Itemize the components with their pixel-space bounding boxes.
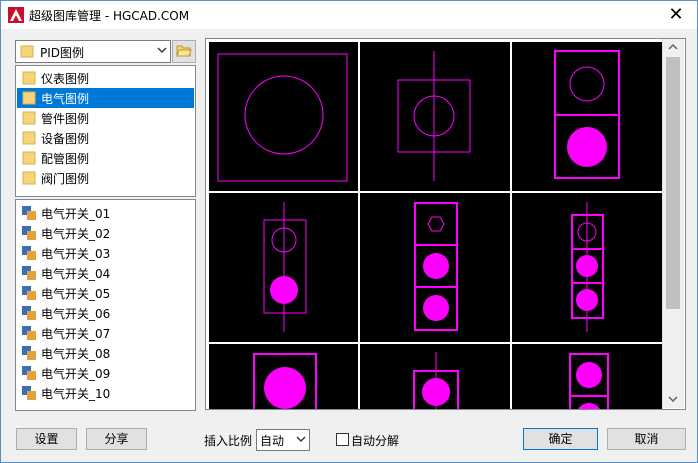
preview-tile-08[interactable] bbox=[360, 344, 510, 409]
folder-icon bbox=[22, 71, 36, 85]
folder-icon bbox=[22, 111, 36, 125]
category-item[interactable]: 配管图例 bbox=[17, 148, 194, 168]
folder-icon bbox=[22, 131, 36, 145]
chevron-down-icon bbox=[296, 436, 306, 442]
block-label: 电气开关_07 bbox=[41, 327, 111, 341]
preview-tile-06[interactable] bbox=[512, 193, 662, 342]
block-file-icon bbox=[22, 386, 36, 400]
open-folder-icon bbox=[176, 45, 192, 57]
category-label: 电气图例 bbox=[41, 92, 90, 106]
block-label: 电气开关_04 bbox=[41, 267, 111, 281]
app-logo-icon bbox=[8, 7, 24, 23]
block-label: 电气开关_02 bbox=[41, 227, 111, 241]
category-item[interactable]: 阀门图例 bbox=[17, 168, 194, 188]
block-label: 电气开关_09 bbox=[41, 367, 111, 381]
scroll-thumb[interactable] bbox=[666, 57, 680, 309]
share-button[interactable]: 分享 bbox=[86, 428, 147, 450]
block-list: 电气开关_01 电气开关_02 电气开关_03 电气开关_04 电气开关_05 … bbox=[15, 199, 196, 411]
close-button[interactable]: ✕ bbox=[659, 2, 693, 28]
settings-button[interactable]: 设置 bbox=[16, 428, 77, 450]
auto-explode-label: 自动分解 bbox=[351, 434, 400, 448]
switch-symbol-01 bbox=[217, 53, 348, 182]
category-item[interactable]: 仪表图例 bbox=[17, 68, 194, 88]
auto-explode-checkbox[interactable] bbox=[336, 433, 349, 446]
block-file-icon bbox=[22, 206, 36, 220]
folder-icon bbox=[22, 91, 36, 105]
block-label: 电气开关_01 bbox=[41, 207, 111, 221]
switch-symbol-07 bbox=[253, 353, 317, 409]
title-bar: 超级图库管理 - HGCAD.COM ✕ bbox=[1, 1, 697, 29]
switch-symbol-09 bbox=[569, 353, 609, 409]
category-list: 仪表图例 电气图例 管件图例 设备图例 配管图例 阀门图例 bbox=[15, 65, 196, 197]
insert-scale-select[interactable]: 自动 bbox=[256, 429, 310, 451]
insert-scale-value: 自动 bbox=[260, 434, 285, 448]
dialog-window: 超级图库管理 - HGCAD.COM ✕ PID图例 仪表图例 电气图例 管件图… bbox=[0, 0, 698, 463]
block-item[interactable]: 电气开关_02 bbox=[17, 223, 194, 243]
block-label: 电气开关_08 bbox=[41, 347, 111, 361]
block-item[interactable]: 电气开关_10 bbox=[17, 383, 194, 403]
window-title: 超级图库管理 - HGCAD.COM bbox=[29, 9, 190, 23]
category-label: 配管图例 bbox=[41, 152, 90, 166]
block-file-icon bbox=[22, 366, 36, 380]
chevron-down-icon bbox=[157, 47, 167, 53]
block-item[interactable]: 电气开关_05 bbox=[17, 283, 194, 303]
block-label: 电气开关_05 bbox=[41, 287, 111, 301]
block-label: 电气开关_03 bbox=[41, 247, 111, 261]
block-file-icon bbox=[22, 346, 36, 360]
preview-scrollbar[interactable] bbox=[662, 39, 684, 408]
open-folder-button[interactable] bbox=[172, 40, 196, 63]
scroll-up-icon[interactable] bbox=[668, 43, 678, 51]
folder-icon bbox=[20, 45, 34, 58]
block-label: 电气开关_10 bbox=[41, 387, 111, 401]
preview-panel bbox=[205, 38, 686, 410]
block-file-icon bbox=[22, 326, 36, 340]
preview-tile-05[interactable] bbox=[360, 193, 510, 342]
category-label: 仪表图例 bbox=[41, 72, 90, 86]
block-file-icon bbox=[22, 226, 36, 240]
switch-symbol-08 bbox=[413, 352, 459, 409]
preview-tile-09[interactable] bbox=[512, 344, 662, 409]
preview-tile-01[interactable] bbox=[209, 42, 358, 191]
category-item-selected[interactable]: 电气图例 bbox=[17, 88, 194, 108]
block-item[interactable]: 电气开关_04 bbox=[17, 263, 194, 283]
switch-symbol-02 bbox=[397, 51, 471, 181]
cancel-button[interactable]: 取消 bbox=[607, 428, 686, 450]
block-item[interactable]: 电气开关_09 bbox=[17, 363, 194, 383]
preview-tile-04[interactable] bbox=[209, 193, 358, 342]
block-item[interactable]: 电气开关_07 bbox=[17, 323, 194, 343]
category-item[interactable]: 管件图例 bbox=[17, 108, 194, 128]
switch-symbol-04 bbox=[263, 202, 307, 332]
switch-symbol-06 bbox=[571, 202, 604, 332]
block-item[interactable]: 电气开关_08 bbox=[17, 343, 194, 363]
block-file-icon bbox=[22, 306, 36, 320]
block-file-icon bbox=[22, 246, 36, 260]
block-item[interactable]: 电气开关_03 bbox=[17, 243, 194, 263]
library-select-value: PID图例 bbox=[40, 46, 85, 60]
preview-tile-03[interactable] bbox=[512, 42, 662, 191]
block-item[interactable]: 电气开关_06 bbox=[17, 303, 194, 323]
category-label: 阀门图例 bbox=[41, 172, 90, 186]
preview-tile-02[interactable] bbox=[360, 42, 510, 191]
insert-scale-label: 插入比例 bbox=[204, 434, 253, 448]
block-label: 电气开关_06 bbox=[41, 307, 111, 321]
folder-icon bbox=[22, 171, 36, 185]
library-select[interactable]: PID图例 bbox=[15, 40, 171, 63]
switch-symbol-05 bbox=[414, 202, 458, 331]
category-item[interactable]: 设备图例 bbox=[17, 128, 194, 148]
block-item[interactable]: 电气开关_01 bbox=[17, 203, 194, 223]
block-file-icon bbox=[22, 286, 36, 300]
switch-symbol-03 bbox=[554, 50, 620, 179]
folder-icon bbox=[22, 151, 36, 165]
ok-button[interactable]: 确定 bbox=[523, 428, 598, 450]
scroll-down-icon[interactable] bbox=[668, 395, 678, 403]
preview-tile-07[interactable] bbox=[209, 344, 358, 409]
category-label: 设备图例 bbox=[41, 132, 90, 146]
category-label: 管件图例 bbox=[41, 112, 90, 126]
block-file-icon bbox=[22, 266, 36, 280]
